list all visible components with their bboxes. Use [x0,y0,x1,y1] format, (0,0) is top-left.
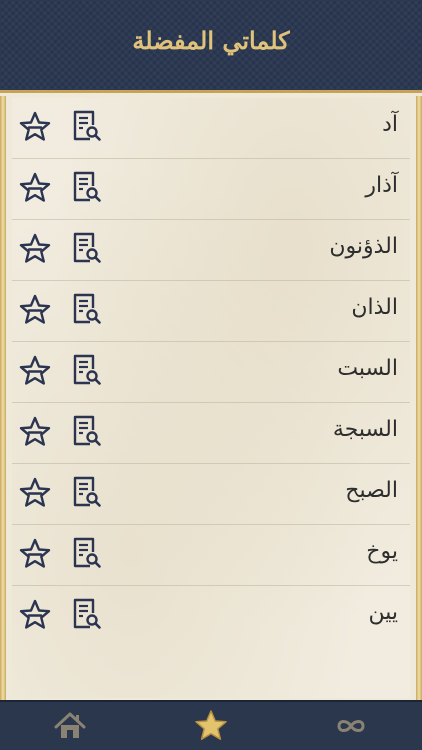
word-label: الصبح [345,478,398,503]
word-label: الذان [351,295,398,320]
word-label: السبجة [332,417,398,442]
star-remove-icon[interactable] [18,232,52,266]
star-remove-icon[interactable] [18,293,52,327]
list-item[interactable]: السبجة [12,403,410,464]
word-label: الذؤنون [329,234,398,259]
document-search-icon[interactable] [69,475,103,509]
document-search-icon[interactable] [69,292,103,326]
document-search-icon[interactable] [69,170,103,204]
header-bar: كلماتي المفضلة [0,0,422,93]
star-remove-icon[interactable] [18,171,52,205]
document-search-icon[interactable] [69,109,103,143]
list-item[interactable]: يوخ [12,525,410,586]
star-remove-icon[interactable] [18,354,52,388]
frame-border-right [416,96,422,700]
document-search-icon[interactable] [69,353,103,387]
star-remove-icon[interactable] [18,537,52,571]
star-icon[interactable] [193,708,229,744]
frame-border-left [0,96,6,700]
document-search-icon[interactable] [69,597,103,631]
star-remove-icon[interactable] [18,476,52,510]
favorites-list[interactable]: آد آذار الذؤنون الذان السبت السبجة الصبح… [12,98,410,698]
list-item[interactable]: الذان [12,281,410,342]
star-remove-icon[interactable] [18,598,52,632]
list-item[interactable]: آذار [12,159,410,220]
document-search-icon[interactable] [69,536,103,570]
star-remove-icon[interactable] [18,415,52,449]
star-remove-icon[interactable] [18,110,52,144]
word-label: آد [382,112,398,137]
document-search-icon[interactable] [69,414,103,448]
list-item[interactable]: السبت [12,342,410,403]
word-label: آذار [365,173,398,198]
list-item[interactable]: آد [12,98,410,159]
list-item[interactable]: الذؤنون [12,220,410,281]
word-label: يوخ [366,539,398,564]
word-label: السبت [337,356,398,381]
home-icon[interactable] [52,708,88,744]
list-item[interactable]: يين [12,586,410,647]
word-label: يين [368,600,398,625]
list-item[interactable]: الصبح [12,464,410,525]
document-search-icon[interactable] [69,231,103,265]
tab-bar [0,700,422,750]
infinity-icon[interactable] [333,708,369,744]
page-title: كلماتي المفضلة [132,26,290,55]
